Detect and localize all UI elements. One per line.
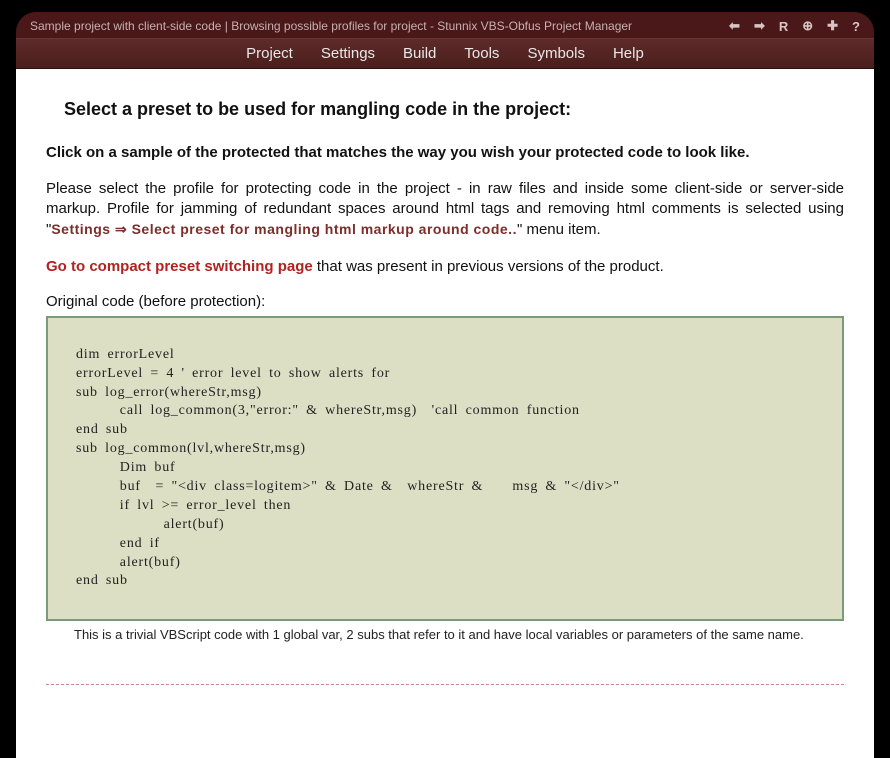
- original-code-label: Original code (before protection):: [46, 293, 844, 310]
- compact-preset-link[interactable]: Go to compact preset switching page: [46, 258, 313, 275]
- help-icon[interactable]: ?: [852, 19, 860, 34]
- menu-symbols[interactable]: Symbols: [527, 45, 585, 62]
- forward-icon[interactable]: ➡: [754, 18, 765, 34]
- code-caption: This is a trivial VBScript code with 1 g…: [46, 627, 844, 644]
- menu-project[interactable]: Project: [246, 45, 293, 62]
- page-title: Select a preset to be used for mangling …: [64, 99, 844, 120]
- menu-settings[interactable]: Settings: [321, 45, 375, 62]
- menu-help[interactable]: Help: [613, 45, 644, 62]
- code-sample-box: dim errorLevel errorLevel = 4 ' error le…: [46, 316, 844, 622]
- titlebar-controls: ⬅ ➡ R ⊕ ✚ ?: [729, 18, 860, 34]
- intro-paragraph: Please select the profile for protecting…: [46, 179, 844, 240]
- back-icon[interactable]: ⬅: [729, 18, 740, 34]
- intro-text-post: " menu item.: [517, 221, 601, 238]
- titlebar: Sample project with client-side code | B…: [16, 12, 874, 38]
- section-divider: [46, 684, 844, 685]
- window-title: Sample project with client-side code | B…: [30, 19, 723, 33]
- menu-reference: Settings ⇒ Select preset for mangling ht…: [51, 221, 517, 237]
- compact-rest-text: that was present in previous versions of…: [313, 258, 664, 275]
- add-icon[interactable]: ✚: [827, 18, 838, 34]
- reload-icon[interactable]: R: [779, 19, 788, 34]
- intro-bold: Click on a sample of the protected that …: [46, 144, 844, 161]
- outer-frame: Sample project with client-side code | B…: [0, 0, 890, 758]
- compact-link-paragraph: Go to compact preset switching page that…: [46, 258, 844, 275]
- menu-tools[interactable]: Tools: [464, 45, 499, 62]
- menu-build[interactable]: Build: [403, 45, 436, 62]
- zoom-icon[interactable]: ⊕: [802, 18, 813, 34]
- menubar: Project Settings Build Tools Symbols Hel…: [16, 38, 874, 69]
- app-window: Sample project with client-side code | B…: [16, 12, 874, 758]
- content-area: Select a preset to be used for mangling …: [16, 69, 874, 758]
